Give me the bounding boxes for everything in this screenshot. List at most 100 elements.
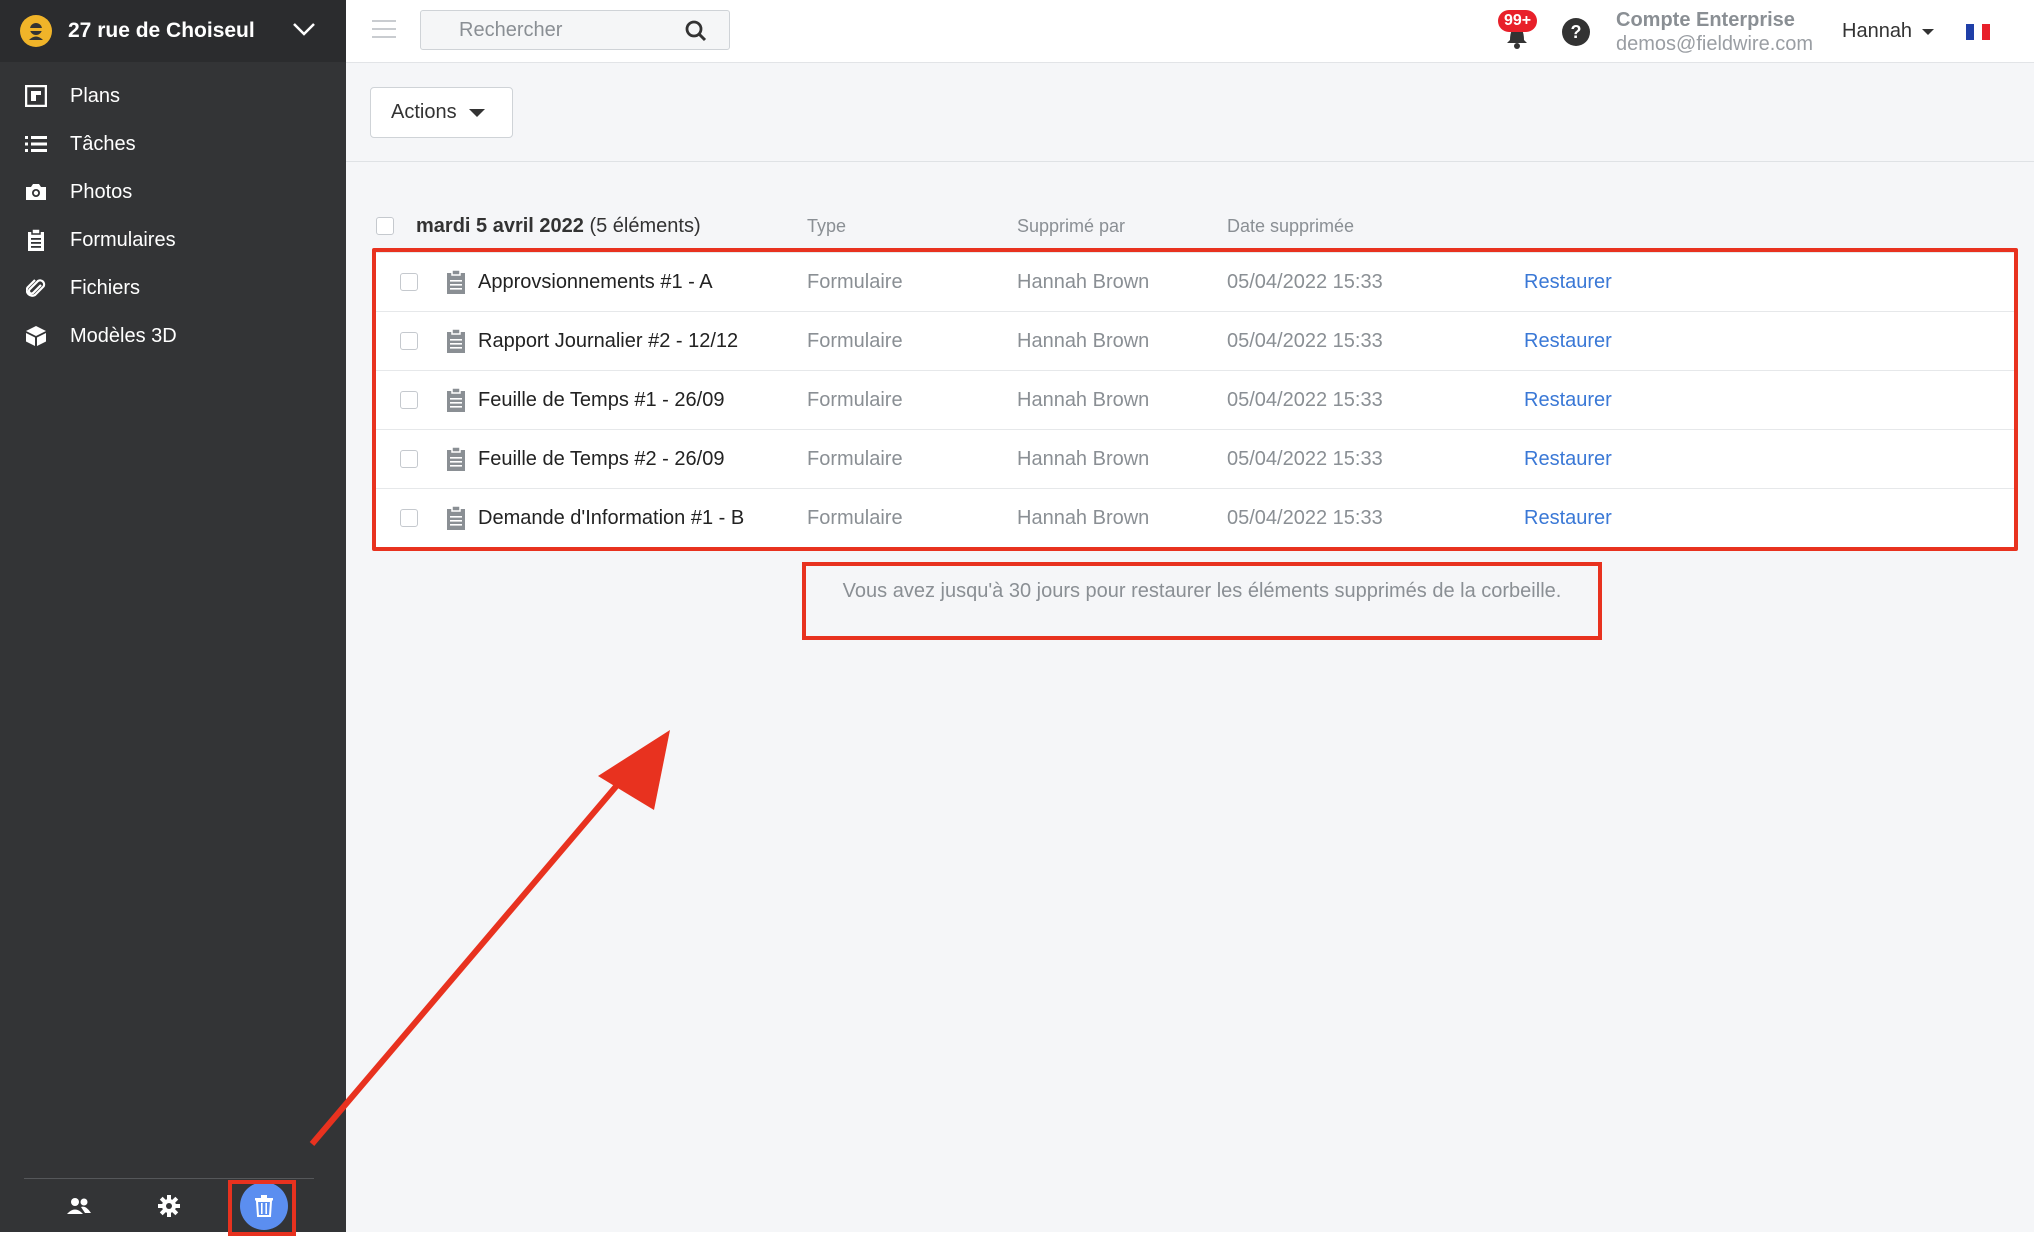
row-type: Formulaire [807, 388, 903, 411]
hamburger-menu-icon[interactable] [372, 20, 396, 44]
form-document-icon [447, 329, 465, 353]
sidebar-item-plans[interactable]: Plans [0, 72, 346, 120]
clipboard-icon [24, 228, 48, 252]
account-email: demos@fieldwire.com [1616, 33, 1814, 55]
project-name: 27 rue de Choiseul [68, 19, 255, 42]
row-checkbox[interactable] [400, 273, 418, 291]
row-name[interactable]: Approvsionnements #1 - A [478, 271, 713, 294]
notification-badge: 99+ [1498, 10, 1538, 32]
restore-link[interactable]: Restaurer [1524, 312, 1612, 370]
table-row[interactable]: Demande d'Information #1 - B Formulaire Ha… [376, 488, 2014, 547]
group-date-label: mardi 5 avril 2022 [416, 214, 584, 237]
sidebar-item-taches[interactable]: Tâches [0, 120, 346, 168]
camera-icon [24, 180, 48, 204]
table-row[interactable]: Rapport Journalier #2 - 12/12 Formulaire H… [376, 311, 2014, 370]
restore-link[interactable]: Restaurer [1524, 371, 1612, 429]
sidebar-item-label: Modèles 3D [70, 324, 177, 347]
column-header-deleted-by: Supprimé par [1017, 215, 1126, 236]
account-name: Compte Enterprise [1616, 9, 1795, 31]
row-deleted-date: 05/04/2022 15:33 [1227, 388, 1383, 411]
gear-icon[interactable] [154, 1191, 184, 1221]
row-type: Formulaire [807, 447, 903, 470]
sidebar: 27 rue de Choiseul Plans Tâches Photos F… [0, 0, 346, 1232]
table-row[interactable]: Feuille de Temps #2 - 26/09 Formulaire Han… [376, 429, 2014, 488]
retention-notice-text: Vous avez jusqu'à 30 jours pour restaure… [842, 580, 1562, 602]
row-name[interactable]: Demande d'Information #1 - B [478, 507, 744, 530]
caret-down-icon [1922, 28, 1935, 35]
help-icon[interactable]: ? [1562, 18, 1590, 46]
sidebar-item-photos[interactable]: Photos [0, 168, 346, 216]
form-document-icon [447, 447, 465, 471]
row-deleted-date: 05/04/2022 15:33 [1227, 329, 1383, 352]
group-date: mardi 5 avril 2022 (5 éléments) [416, 204, 701, 248]
row-type: Formulaire [807, 506, 903, 529]
row-deleted-by: Hannah Brown [1017, 506, 1150, 529]
row-checkbox[interactable] [400, 391, 418, 409]
form-document-icon [447, 388, 465, 412]
row-deleted-date: 05/04/2022 15:33 [1227, 270, 1383, 293]
language-flag-icon[interactable] [1966, 24, 1990, 40]
form-document-icon [447, 506, 465, 530]
main-content: Actions mardi 5 avril 2022 (5 éléments) … [346, 63, 2034, 1232]
actions-bar: Actions [346, 63, 2034, 162]
top-bar: 99+ ? Compte Enterprise demos@fieldwire.… [346, 0, 2034, 63]
user-name: Hannah [1842, 20, 1913, 42]
search-box [420, 10, 730, 50]
table-row[interactable]: Approvsionnements #1 - A Formulaire Hannah… [376, 252, 2014, 311]
column-header-deleted-date: Date supprimée [1227, 215, 1355, 236]
sidebar-item-label: Tâches [70, 132, 136, 155]
form-document-icon [447, 270, 465, 294]
select-all-checkbox[interactable] [376, 217, 394, 235]
row-deleted-date: 05/04/2022 15:33 [1227, 447, 1383, 470]
chevron-down-icon[interactable] [292, 22, 316, 41]
row-name[interactable]: Feuille de Temps #2 - 26/09 [478, 448, 724, 471]
cube-icon [24, 324, 48, 348]
row-checkbox[interactable] [400, 450, 418, 468]
row-type: Formulaire [807, 270, 903, 293]
paperclip-icon [24, 276, 48, 300]
flag-stripe [1974, 24, 1982, 40]
sidebar-nav: Plans Tâches Photos Formulaires Fichiers [0, 62, 346, 360]
sidebar-item-formulaires[interactable]: Formulaires [0, 216, 346, 264]
plans-icon [24, 84, 48, 108]
search-input[interactable] [421, 11, 671, 49]
deleted-items-list: mardi 5 avril 2022 (5 éléments) Type Sup… [372, 204, 2018, 551]
row-deleted-date: 05/04/2022 15:33 [1227, 506, 1383, 529]
sidebar-item-label: Photos [70, 180, 133, 203]
caret-down-icon [468, 108, 485, 117]
row-deleted-by: Hannah Brown [1017, 329, 1150, 352]
flag-stripe [1966, 24, 1974, 40]
retention-notice: Vous avez jusqu'à 30 jours pour restaure… [802, 562, 1602, 640]
row-name[interactable]: Feuille de Temps #1 - 26/09 [478, 389, 724, 412]
sidebar-item-fichiers[interactable]: Fichiers [0, 264, 346, 312]
restore-link[interactable]: Restaurer [1524, 430, 1612, 488]
restore-link[interactable]: Restaurer [1524, 489, 1612, 547]
row-deleted-by: Hannah Brown [1017, 447, 1150, 470]
row-deleted-by: Hannah Brown [1017, 388, 1150, 411]
group-count: (5 éléments) [589, 214, 701, 237]
trash-highlight-box [228, 1180, 296, 1236]
group-header: mardi 5 avril 2022 (5 éléments) Type Sup… [376, 204, 2014, 248]
actions-dropdown-button[interactable]: Actions [370, 87, 513, 138]
row-checkbox[interactable] [400, 332, 418, 350]
row-checkbox[interactable] [400, 509, 418, 527]
search-icon[interactable] [685, 20, 707, 47]
row-type: Formulaire [807, 329, 903, 352]
account-info: Compte Enterprise demos@fieldwire.com [1616, 8, 1813, 56]
highlighted-rows: Approvsionnements #1 - A Formulaire Hannah… [372, 248, 2018, 551]
people-icon[interactable] [64, 1191, 94, 1221]
sidebar-item-label: Fichiers [70, 276, 141, 299]
restore-link[interactable]: Restaurer [1524, 253, 1612, 311]
actions-label: Actions [391, 101, 457, 123]
list-icon [24, 132, 48, 156]
column-header-type: Type [807, 215, 847, 236]
row-deleted-by: Hannah Brown [1017, 270, 1150, 293]
table-row[interactable]: Feuille de Temps #1 - 26/09 Formulaire Han… [376, 370, 2014, 429]
sidebar-item-label: Plans [70, 84, 121, 107]
sidebar-item-label: Formulaires [70, 228, 176, 251]
sidebar-item-modeles-3d[interactable]: Modèles 3D [0, 312, 346, 360]
project-selector[interactable]: 27 rue de Choiseul [0, 0, 346, 62]
flag-stripe [1982, 24, 1990, 40]
user-menu[interactable]: Hannah [1842, 20, 1935, 43]
row-name[interactable]: Rapport Journalier #2 - 12/12 [478, 330, 738, 353]
